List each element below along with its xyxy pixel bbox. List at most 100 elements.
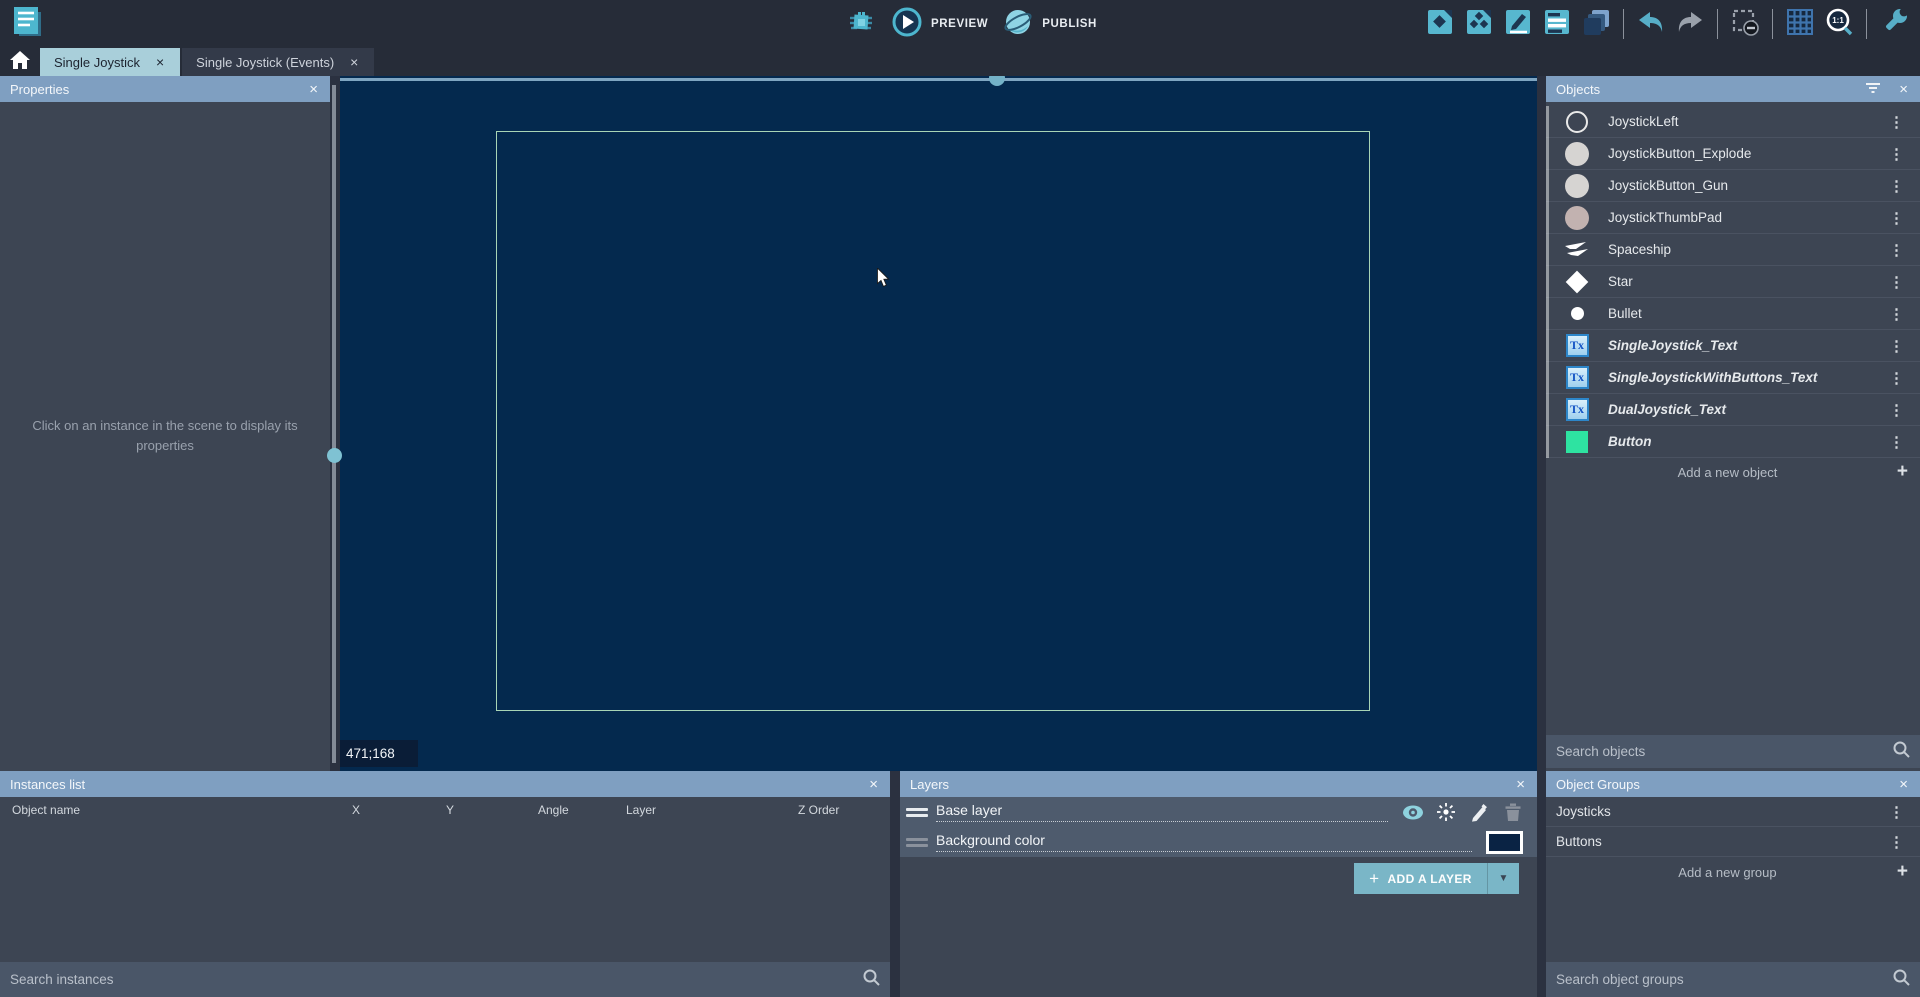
clear-selection-button[interactable] [1729,8,1761,40]
layer-row-base-layer[interactable]: Base layer [900,797,1537,827]
toolbar-separator [1866,9,1867,39]
search-instances-input[interactable] [10,972,862,987]
project-manager-button[interactable] [8,5,46,43]
search-instances-bar [0,962,890,997]
horizontal-scroll-thumb[interactable] [989,76,1005,86]
more-options-icon[interactable]: ⋮ [1885,113,1908,131]
editor-toolbar-icons: 1:1 [1424,0,1910,48]
tab-single-joystick-events[interactable]: Single Joystick (Events) × [182,48,374,76]
instances-panel-header: Instances list × [0,771,890,797]
background-color-swatch[interactable] [1486,831,1523,854]
layer-effects-icon[interactable] [1435,801,1457,823]
layers-panel-header: Layers × [900,771,1537,797]
redo-button[interactable] [1674,8,1706,40]
more-options-icon[interactable]: ⋮ [1885,273,1908,291]
drag-handle-icon[interactable] [906,808,928,817]
horizontal-scroll-track[interactable] [340,78,1537,81]
search-objects-bar [1546,735,1920,768]
debugger-button[interactable] [845,8,877,40]
add-object-button[interactable]: Add a new object + [1546,458,1920,486]
search-icon [862,968,880,991]
close-icon[interactable]: × [1514,776,1527,793]
more-options-icon[interactable]: ⋮ [1885,209,1908,227]
grid-icon [1785,7,1815,42]
tab-close-icon[interactable]: × [348,53,360,71]
group-name: Joysticks [1556,804,1885,819]
close-icon[interactable]: × [867,776,880,793]
circle-object-icon [1564,206,1590,230]
object-row-joystickbutton-explode[interactable]: JoystickButton_Explode ⋮ [1546,138,1920,170]
background-color-label: Background color [936,832,1472,852]
instances-panel: Instances list × Object name X Y Angle L… [0,771,890,997]
more-options-icon[interactable]: ⋮ [1885,369,1908,387]
object-row-dualjoystick-text[interactable]: Tx DualJoystick_Text ⋮ [1546,394,1920,426]
group-name: Buttons [1556,834,1885,849]
edit-layer-pencil-icon[interactable] [1468,801,1490,823]
scene-settings-button[interactable] [1878,8,1910,40]
vertical-scroll-thumb[interactable] [327,448,342,463]
more-options-icon[interactable]: ⋮ [1885,803,1908,821]
delete-layer-trash-icon[interactable] [1501,801,1523,823]
objects-panel-header: Objects × [1546,76,1920,102]
events-sheet-button[interactable] [1541,8,1573,40]
more-options-icon[interactable]: ⋮ [1885,241,1908,259]
column-layer: Layer [626,797,656,823]
objects-list-scrollbar[interactable] [1546,106,1549,458]
scene-properties-button[interactable] [1424,8,1456,40]
text-object-icon: Tx [1564,366,1590,389]
more-options-icon[interactable]: ⋮ [1885,305,1908,323]
objects-column: Objects × JoystickLeft ⋮ JoystickButton_… [1546,76,1920,997]
main-toolbar: PREVIEW PUBLISH [0,0,1920,48]
undo-button[interactable] [1635,8,1667,40]
close-icon[interactable]: × [1897,81,1910,98]
search-object-groups-input[interactable] [1556,972,1892,987]
object-name: Star [1608,274,1885,289]
home-tab[interactable] [0,48,40,76]
add-layer-dropdown-arrow[interactable]: ▼ [1487,863,1519,894]
preview-button[interactable]: PREVIEW [891,6,988,43]
object-row-joystickbutton-gun[interactable]: JoystickButton_Gun ⋮ [1546,170,1920,202]
object-groups-title: Object Groups [1556,777,1897,792]
tab-close-icon[interactable]: × [154,53,166,71]
zoom-original-button[interactable]: 1:1 [1823,8,1855,40]
object-row-star[interactable]: Star ⋮ [1546,266,1920,298]
object-row-singlejoystick-text[interactable]: Tx SingleJoystick_Text ⋮ [1546,330,1920,362]
tab-single-joystick[interactable]: Single Joystick × [40,48,180,76]
vertical-scroll-track[interactable] [332,85,336,763]
close-icon[interactable]: × [307,81,320,98]
close-icon[interactable]: × [1897,776,1910,793]
search-icon [1892,740,1910,763]
more-options-icon[interactable]: ⋮ [1885,433,1908,451]
more-options-icon[interactable]: ⋮ [1885,145,1908,163]
search-object-groups-bar [1546,962,1920,997]
objects-editor-button[interactable] [1463,8,1495,40]
gdevelop-window: PREVIEW PUBLISH [0,0,1920,997]
object-row-singlejoystickwithbuttons-text[interactable]: Tx SingleJoystickWithButtons_Text ⋮ [1546,362,1920,394]
publish-button[interactable]: PUBLISH [1002,6,1097,43]
scene-canvas[interactable]: 471;168 [340,76,1537,771]
object-row-spaceship[interactable]: Spaceship ⋮ [1546,234,1920,266]
more-options-icon[interactable]: ⋮ [1885,177,1908,195]
object-row-joystickthumbpad[interactable]: JoystickThumbPad ⋮ [1546,202,1920,234]
group-row-buttons[interactable]: Buttons ⋮ [1546,827,1920,857]
search-objects-input[interactable] [1556,744,1892,759]
filter-icon[interactable] [1865,81,1881,98]
layer-name-field[interactable]: Base layer [936,802,1388,822]
object-row-button[interactable]: Button ⋮ [1546,426,1920,458]
debugger-bug-icon [846,7,876,42]
visibility-eye-icon[interactable] [1402,801,1424,823]
project-manager-icon [9,4,45,45]
layer-row-background-color[interactable]: Background color [900,827,1537,857]
more-options-icon[interactable]: ⋮ [1885,401,1908,419]
toggle-grid-button[interactable] [1784,8,1816,40]
add-layer-button[interactable]: + ADD A LAYER ▼ [1354,863,1519,894]
object-row-joystickleft[interactable]: JoystickLeft ⋮ [1546,106,1920,138]
group-row-joysticks[interactable]: Joysticks ⋮ [1546,797,1920,827]
more-options-icon[interactable]: ⋮ [1885,833,1908,851]
more-options-icon[interactable]: ⋮ [1885,337,1908,355]
object-groups-panel-header: Object Groups × [1546,771,1920,797]
object-row-bullet[interactable]: Bullet ⋮ [1546,298,1920,330]
layers-editor-button[interactable] [1580,8,1612,40]
edit-scene-button[interactable] [1502,8,1534,40]
add-group-button[interactable]: Add a new group + [1546,857,1920,887]
